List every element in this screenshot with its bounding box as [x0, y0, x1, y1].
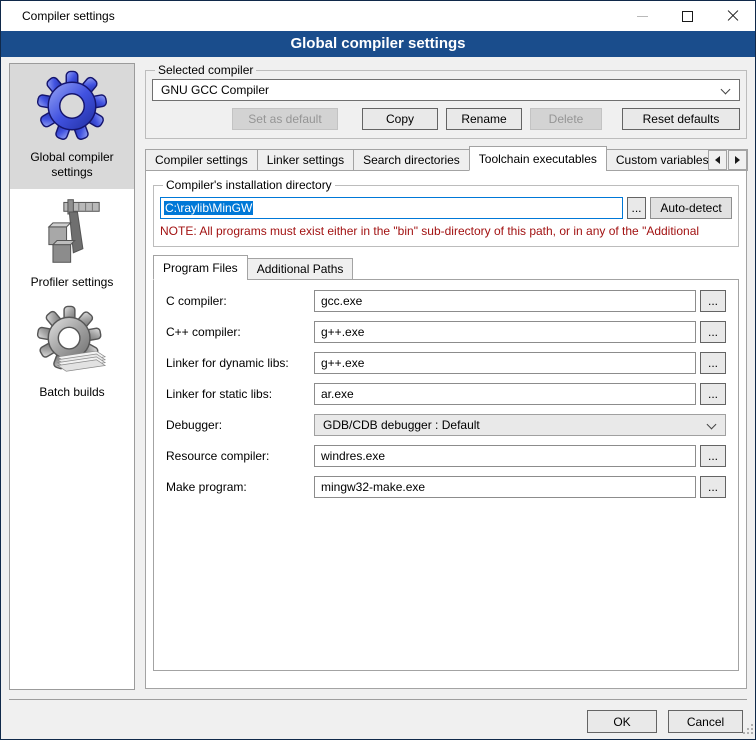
make-program-label: Make program: [166, 480, 314, 494]
selected-compiler-group: Selected compiler GNU GCC Compiler Set a… [145, 63, 747, 139]
make-program-browse-button[interactable]: ... [700, 476, 726, 498]
installation-directory-value: C:\raylib\MinGW [164, 201, 253, 215]
chevron-down-icon [707, 420, 717, 430]
c-compiler-label: C compiler: [166, 294, 314, 308]
dynamic-linker-browse-button[interactable]: ... [700, 352, 726, 374]
dialog-body: Global compiler settings [1, 57, 755, 690]
tab-linker-settings[interactable]: Linker settings [257, 149, 354, 171]
reset-defaults-button[interactable]: Reset defaults [622, 108, 740, 130]
browse-directory-button[interactable]: ... [627, 197, 646, 219]
caliper-icon [38, 195, 106, 271]
static-linker-browse-button[interactable]: ... [700, 383, 726, 405]
tab-custom-variables[interactable]: Custom variables [606, 149, 719, 171]
page-title: Global compiler settings [1, 31, 755, 57]
cpp-compiler-input[interactable] [314, 321, 696, 343]
static-linker-row: Linker for static libs: ... [166, 383, 726, 405]
bin-subdirectory-note: NOTE: All programs must exist either in … [160, 224, 732, 238]
selected-compiler-group-label: Selected compiler [155, 63, 256, 77]
minimize-button[interactable] [620, 1, 665, 31]
resize-grip[interactable] [743, 723, 753, 737]
tab-scroll-right-button[interactable] [728, 150, 747, 170]
sidebar-item-label: Profiler settings [31, 275, 114, 290]
cpp-compiler-label: C++ compiler: [166, 325, 314, 339]
debugger-label: Debugger: [166, 418, 314, 432]
close-button[interactable] [710, 1, 755, 31]
minimize-icon [637, 16, 648, 17]
sidebar-item-label: Batch builds [39, 385, 104, 400]
make-program-input[interactable] [314, 476, 696, 498]
debugger-select[interactable]: GDB/CDB debugger : Default [314, 414, 726, 436]
delete-button[interactable]: Delete [530, 108, 602, 130]
subtab-additional-paths[interactable]: Additional Paths [247, 258, 354, 280]
tab-scroll-arrows [707, 150, 747, 170]
compiler-select[interactable]: GNU GCC Compiler [152, 79, 740, 101]
resource-compiler-input[interactable] [314, 445, 696, 467]
sidebar-item-profiler-settings[interactable]: Profiler settings [10, 189, 134, 299]
sidebar-item-batch-builds[interactable]: Batch builds [10, 299, 134, 409]
tab-toolchain-executables[interactable]: Toolchain executables [469, 146, 607, 171]
installation-directory-group: Compiler's installation directory C:\ray… [153, 178, 739, 247]
titlebar-buttons [620, 1, 755, 31]
chevron-down-icon [721, 85, 731, 95]
resource-compiler-label: Resource compiler: [166, 449, 314, 463]
dynamic-linker-label: Linker for dynamic libs: [166, 356, 314, 370]
program-files-panel: C compiler: ... C++ compiler: ... Linker… [153, 279, 739, 671]
compiler-settings-dialog: Compiler settings Global compiler settin… [0, 0, 756, 740]
c-compiler-browse-button[interactable]: ... [700, 290, 726, 312]
installation-directory-group-label: Compiler's installation directory [163, 178, 335, 192]
static-linker-input[interactable] [314, 383, 696, 405]
auto-detect-button[interactable]: Auto-detect [650, 197, 732, 219]
tab-search-directories[interactable]: Search directories [353, 149, 470, 171]
main-panel: Selected compiler GNU GCC Compiler Set a… [145, 63, 747, 690]
sidebar-item-label: Global compiler settings [14, 150, 130, 180]
sidebar: Global compiler settings [9, 63, 135, 690]
settings-tabstrip: Compiler settings Linker settings Search… [145, 146, 747, 171]
copy-button[interactable]: Copy [362, 108, 438, 130]
static-linker-label: Linker for static libs: [166, 387, 314, 401]
compiler-buttons-row: Set as default Copy Rename Delete Reset … [152, 108, 740, 130]
cpp-compiler-row: C++ compiler: ... [166, 321, 726, 343]
rename-button[interactable]: Rename [446, 108, 522, 130]
cpp-compiler-browse-button[interactable]: ... [700, 321, 726, 343]
titlebar[interactable]: Compiler settings [1, 1, 755, 31]
resource-compiler-row: Resource compiler: ... [166, 445, 726, 467]
dynamic-linker-row: Linker for dynamic libs: ... [166, 352, 726, 374]
dynamic-linker-input[interactable] [314, 352, 696, 374]
footer: OK Cancel [1, 700, 755, 733]
make-program-row: Make program: ... [166, 476, 726, 498]
gray-gear-stack-icon [36, 305, 108, 381]
close-icon [727, 10, 739, 22]
toolchain-executables-page: Compiler's installation directory C:\ray… [145, 170, 747, 689]
debugger-select-value: GDB/CDB debugger : Default [323, 418, 480, 432]
arrow-right-icon [735, 156, 740, 164]
ok-button[interactable]: OK [587, 710, 657, 733]
c-compiler-row: C compiler: ... [166, 290, 726, 312]
tab-compiler-settings[interactable]: Compiler settings [145, 149, 258, 171]
c-compiler-input[interactable] [314, 290, 696, 312]
installation-directory-row: C:\raylib\MinGW ... Auto-detect [160, 197, 732, 219]
set-as-default-button[interactable]: Set as default [232, 108, 338, 130]
blue-gear-icon [36, 70, 108, 146]
subtab-program-files[interactable]: Program Files [153, 255, 248, 280]
sidebar-item-global-compiler-settings[interactable]: Global compiler settings [10, 64, 134, 189]
program-files-tabstrip: Program Files Additional Paths [153, 255, 739, 280]
window-title: Compiler settings [1, 9, 115, 23]
maximize-icon [682, 11, 693, 22]
installation-directory-input[interactable]: C:\raylib\MinGW [160, 197, 623, 219]
arrow-left-icon [715, 156, 720, 164]
debugger-row: Debugger: GDB/CDB debugger : Default [166, 414, 726, 436]
compiler-select-value: GNU GCC Compiler [161, 83, 269, 97]
maximize-button[interactable] [665, 1, 710, 31]
resource-compiler-browse-button[interactable]: ... [700, 445, 726, 467]
cancel-button[interactable]: Cancel [668, 710, 743, 733]
tab-scroll-left-button[interactable] [708, 150, 727, 170]
